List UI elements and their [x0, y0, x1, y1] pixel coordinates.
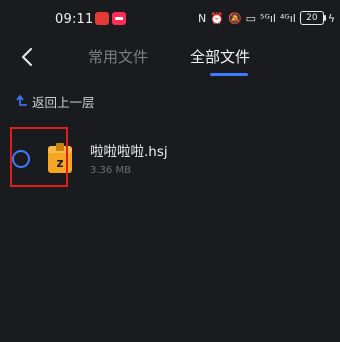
nfc-icon: N [198, 11, 207, 25]
battery-icon: 20 [299, 11, 326, 25]
active-tab-indicator [210, 73, 248, 76]
tab-recent-files[interactable]: 常用文件 [88, 46, 148, 67]
header: 常用文件 全部文件 [0, 40, 340, 86]
file-size: 3.36 MB [90, 165, 131, 176]
highlight-annotation [10, 127, 68, 187]
return-up-icon [16, 95, 27, 106]
back-button[interactable] [14, 44, 40, 70]
go-up-level-link[interactable]: 返回上一层 [14, 92, 95, 110]
status-icons: N ⏰ 🔕 ▭ ⁵ᴳıl ⁴ᴳıl 20 ϟ [198, 10, 335, 26]
file-name: 啦啦啦啦.hsj [90, 144, 168, 160]
go-up-label: 返回上一层 [32, 94, 95, 110]
charging-icon: ϟ [327, 11, 336, 25]
hd-icon: ▭ [245, 11, 257, 25]
signal-5g-icon: ⁵ᴳıl [260, 11, 276, 25]
status-bar: 09:11 N ⏰ 🔕 ▭ ⁵ᴳıl ⁴ᴳıl 20 ϟ [0, 0, 340, 40]
app-notification-icon [95, 12, 109, 25]
status-time: 09:11 [55, 12, 94, 27]
alarm-icon: ⏰ [210, 11, 224, 25]
mute-icon: 🔕 [227, 11, 242, 25]
chevron-left-icon [22, 48, 32, 66]
message-notification-icon [112, 12, 126, 25]
signal-4g-icon: ⁴ᴳıl [279, 11, 296, 25]
tab-all-files[interactable]: 全部文件 [190, 46, 250, 67]
